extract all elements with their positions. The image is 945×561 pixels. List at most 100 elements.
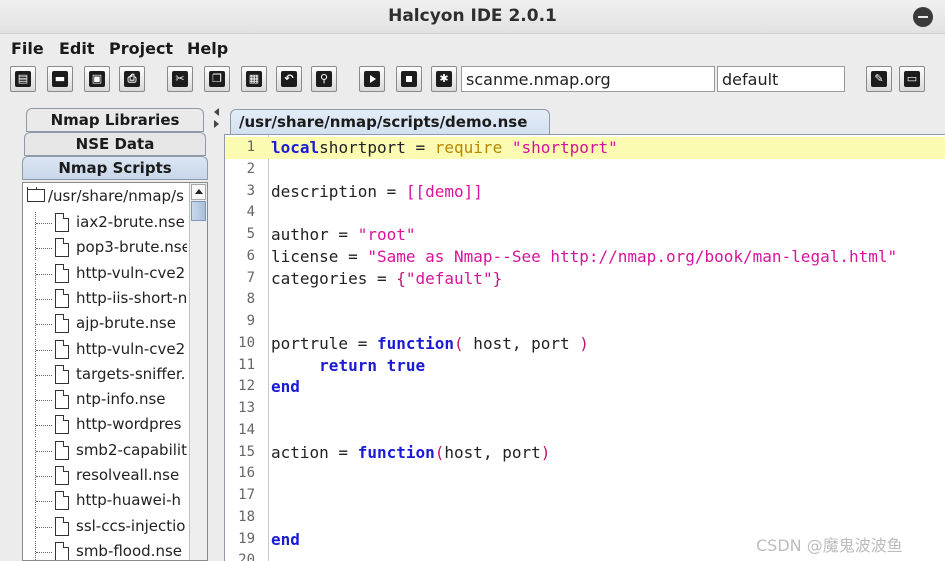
line-number: 2 <box>246 160 255 177</box>
tree-item[interactable]: ajp-brute.nse <box>35 312 187 337</box>
code-token: local <box>271 138 320 157</box>
close-icon[interactable] <box>913 7 933 27</box>
line-number: 8 <box>246 291 255 308</box>
line-number: 11 <box>238 356 255 373</box>
paste-button[interactable]: ▦ <box>241 66 267 92</box>
tab-demo-nse[interactable]: /usr/share/nmap/scripts/demo.nse <box>230 109 550 135</box>
print-button[interactable]: ⎙ <box>119 66 145 92</box>
chat-button[interactable]: ▭ <box>899 66 925 92</box>
search-icon: ⚲ <box>316 71 332 87</box>
search-button[interactable]: ⚲ <box>311 66 337 92</box>
target-input[interactable] <box>461 66 715 92</box>
new-file-button[interactable]: ▤ <box>10 66 36 92</box>
tree-item[interactable]: http-huawei-h <box>35 489 187 514</box>
tree-item[interactable]: http-vuln-cve2 <box>35 337 187 362</box>
code-line: 14 <box>225 420 945 442</box>
tree-item[interactable]: iax2-brute.nse <box>35 211 187 235</box>
file-icon <box>55 516 69 536</box>
title-bar: Halcyon IDE 2.0.1 <box>0 0 945 34</box>
code-token: "shortport" <box>502 138 618 157</box>
menu-edit[interactable]: Edit <box>59 39 95 58</box>
tree-item[interactable]: http-iis-short-n <box>35 286 187 311</box>
run-button[interactable] <box>359 66 385 92</box>
code-token: host, port <box>444 442 541 462</box>
tree-line <box>36 450 52 452</box>
code-text: license = "Same as Nmap--See http://nmap… <box>271 246 897 268</box>
code-token: [[demo]] <box>405 181 483 201</box>
code-token: "root" <box>357 225 416 244</box>
tree-item[interactable]: ntp-info.nse <box>35 388 187 413</box>
tree-item-label: smb2-capabiliti <box>76 440 187 459</box>
code-token: "Same as Nmap--See http://nmap.org/book/… <box>367 246 898 266</box>
code-line: 10 portrule = function( host, port ) <box>225 333 945 355</box>
code-token: shortport = <box>319 138 435 157</box>
collapse-left-icon[interactable] <box>214 108 219 116</box>
file-icon <box>55 288 69 308</box>
file-icon <box>55 541 69 560</box>
line-number: 19 <box>238 530 255 547</box>
code-editor[interactable]: 1 localshortport = require "shortport" 2 3 d… <box>224 134 945 561</box>
code-text: description = [[demo]] <box>271 181 483 203</box>
tab-nse-data[interactable]: NSE Data <box>24 132 206 156</box>
line-number: 7 <box>246 269 255 286</box>
wizard-button[interactable]: ✎ <box>866 66 892 92</box>
open-folder-button[interactable]: ▬ <box>47 66 73 92</box>
undo-button[interactable]: ↶ <box>276 66 302 92</box>
scroll-thumb[interactable] <box>191 201 206 221</box>
tree-scrollbar[interactable] <box>189 183 207 560</box>
copy-button[interactable]: ❐ <box>204 66 230 92</box>
editor-panel: /usr/share/nmap/scripts/demo.nse 1 locals… <box>224 104 945 561</box>
menu-help[interactable]: Help <box>187 39 228 58</box>
tree-line <box>36 425 52 427</box>
tree-item[interactable]: targets-sniffer. <box>35 362 187 387</box>
scroll-up-icon[interactable] <box>191 184 206 200</box>
code-line: 12 end <box>225 376 945 398</box>
tree-root[interactable]: /usr/share/nmap/s <box>27 187 187 209</box>
stop-button[interactable] <box>396 66 422 92</box>
tree-item[interactable]: resolveall.nse <box>35 464 187 488</box>
code-line: 1 localshortport = require "shortport" <box>225 137 945 159</box>
tree-item[interactable]: smb2-capabiliti <box>35 438 187 463</box>
tree-item[interactable]: ssl-ccs-injectio <box>35 514 187 539</box>
file-icon <box>55 415 69 435</box>
pane-splitter[interactable] <box>212 104 222 561</box>
tab-nmap-scripts[interactable]: Nmap Scripts <box>22 156 208 180</box>
tree-item[interactable]: smb-flood.nse <box>35 539 187 560</box>
tree-item-label: http-iis-short-n <box>76 288 187 307</box>
line-number: 3 <box>246 182 255 199</box>
tree-item-label: targets-sniffer. <box>76 364 186 383</box>
code-line: 15 action = function(host, port) <box>225 442 945 464</box>
code-token: categories = <box>271 268 397 288</box>
copy-icon: ❐ <box>209 71 225 87</box>
code-line: 13 <box>225 398 945 420</box>
tree-item-label: http-huawei-h <box>76 491 181 510</box>
tab-nmap-libraries[interactable]: Nmap Libraries <box>26 108 204 132</box>
watermark: CSDN @魔鬼波波鱼 <box>756 536 903 555</box>
line-number: 4 <box>246 204 255 221</box>
collapse-right-icon[interactable] <box>214 120 219 128</box>
menu-file[interactable]: File <box>11 39 44 58</box>
script-tree[interactable]: /usr/share/nmap/s iax2-brute.nse pop3-bru… <box>22 182 208 561</box>
tree-line <box>36 223 52 224</box>
tree-item[interactable]: http-vuln-cve2 <box>35 261 187 286</box>
settings-button[interactable]: ✱ <box>431 66 457 92</box>
file-icon <box>55 213 69 232</box>
code-line: 3 description = [[demo]] <box>225 181 945 203</box>
code-line: 18 <box>225 507 945 529</box>
tree-line <box>36 551 52 553</box>
profile-input[interactable] <box>717 66 845 92</box>
save-button[interactable]: ▣ <box>84 66 110 92</box>
code-token: } <box>492 268 503 288</box>
code-token: { <box>396 268 406 288</box>
line-number: 16 <box>238 465 255 482</box>
cut-button[interactable]: ✂ <box>167 66 193 92</box>
file-icon <box>55 491 69 511</box>
code-text: localshortport = require "shortport" <box>271 137 618 159</box>
tree-line <box>36 526 52 528</box>
tree-line <box>35 539 36 560</box>
toolbar: ▤ ▬ ▣ ⎙ ✂ ❐ ▦ ↶ ⚲ ✱ ✎ ▭ <box>0 62 945 96</box>
tree-item[interactable]: pop3-brute.nse <box>35 236 187 261</box>
menu-project[interactable]: Project <box>109 39 173 58</box>
tree-item[interactable]: http-wordpres <box>35 413 187 438</box>
